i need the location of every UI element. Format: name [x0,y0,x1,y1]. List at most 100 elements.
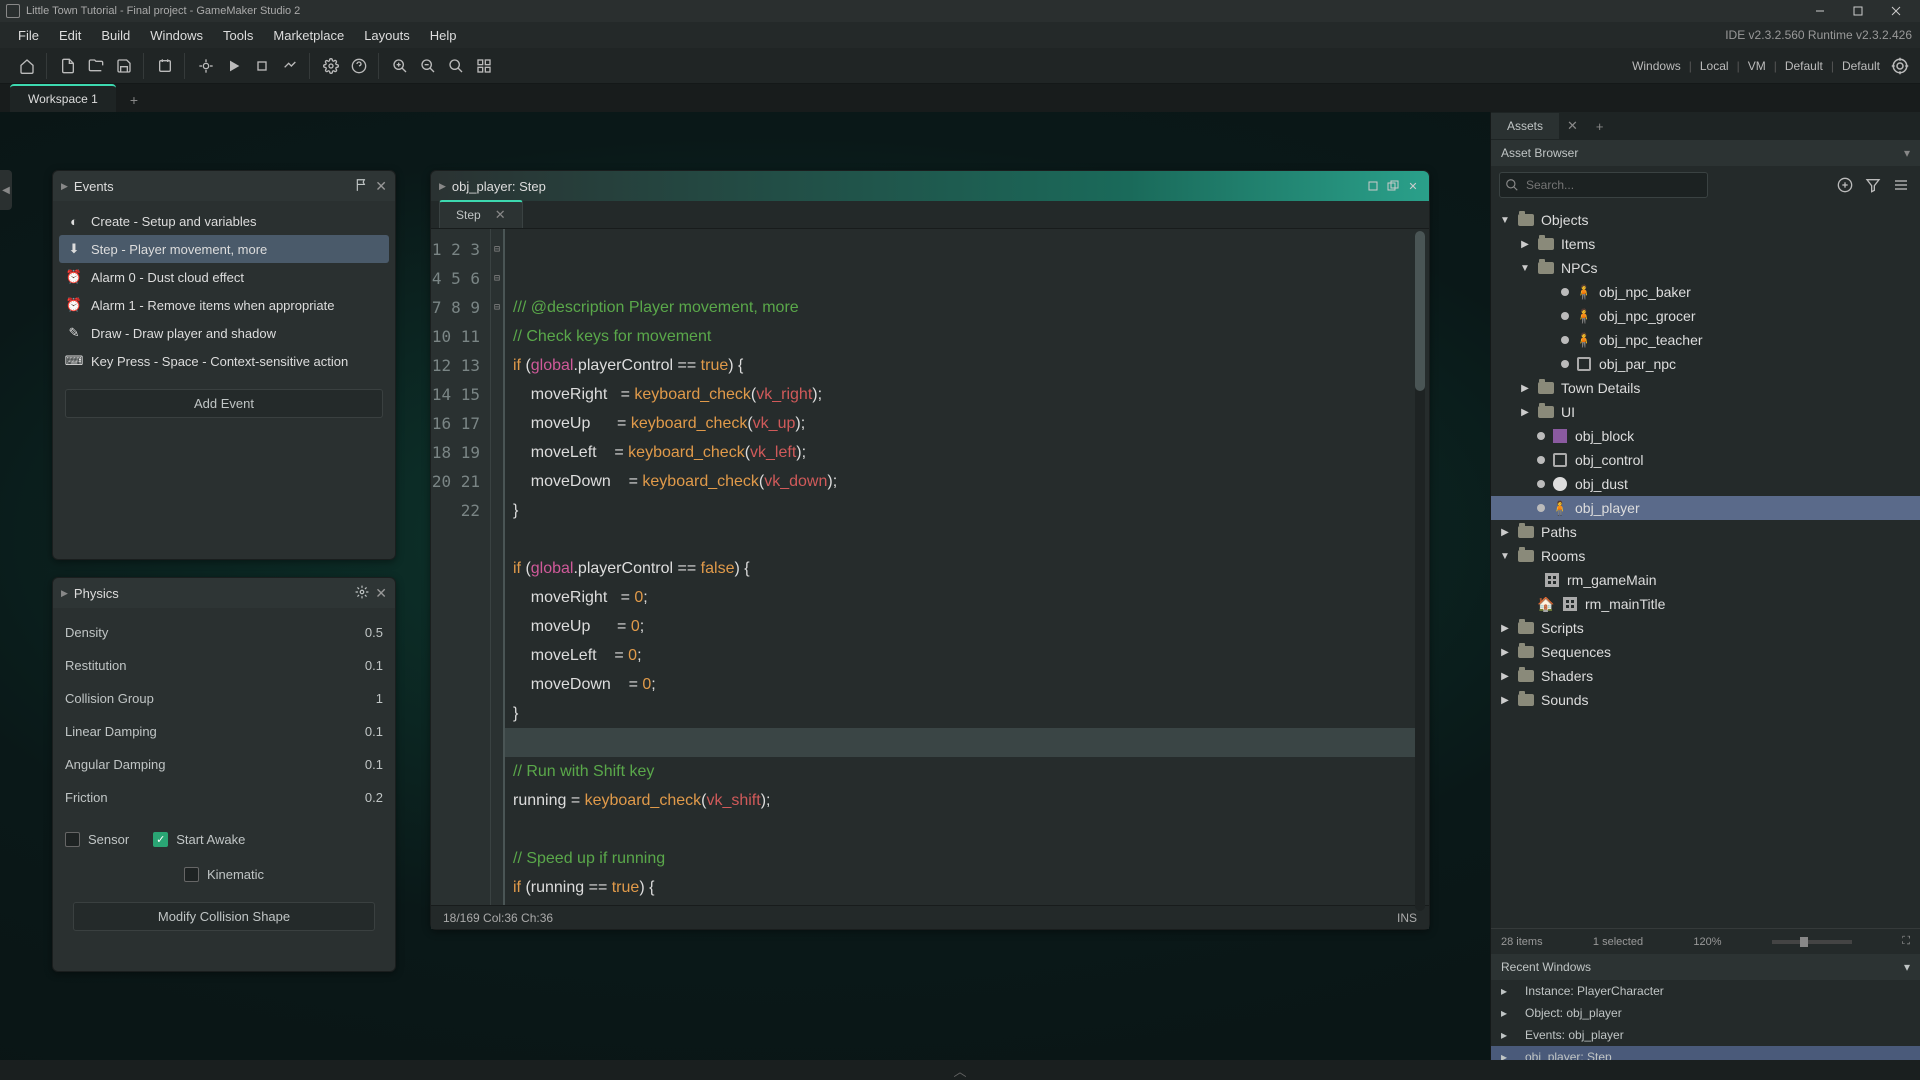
open-project-button[interactable] [83,53,109,79]
sensor-checkbox[interactable]: Sensor [65,832,129,847]
event-item[interactable]: ⏰Alarm 1 - Remove items when appropriate [59,291,389,319]
menu-file[interactable]: File [8,24,49,47]
event-item[interactable]: ⏰Alarm 0 - Dust cloud effect [59,263,389,291]
zoom-slider[interactable] [1772,940,1852,944]
tree-arrow-icon[interactable] [1519,407,1531,418]
assets-tab-close[interactable]: ✕ [1559,118,1586,134]
tree-arrow-icon[interactable] [1499,623,1511,634]
recent-item[interactable]: ▸Object: obj_player [1491,1002,1920,1024]
tree-arrow-icon[interactable] [1519,239,1531,250]
zoom-in-button[interactable] [387,53,413,79]
target-windows[interactable]: Windows [1632,59,1681,73]
kinematic-checkbox[interactable]: Kinematic [184,867,264,882]
menu-marketplace[interactable]: Marketplace [263,24,354,47]
event-item[interactable]: ⌨Key Press - Space - Context-sensitive a… [59,347,389,375]
target-icon[interactable] [1888,54,1912,78]
tree-arrow-icon[interactable] [1519,263,1531,274]
help-button[interactable] [346,53,372,79]
target-local[interactable]: Local [1700,59,1729,73]
assets-tab[interactable]: Assets [1491,113,1559,139]
gear-icon[interactable] [355,585,369,602]
expand-icon[interactable]: ⛶ [1902,935,1910,948]
menu-edit[interactable]: Edit [49,24,91,47]
home-button[interactable] [14,53,40,79]
bottom-dock-handle[interactable]: ︿ [0,1060,1920,1080]
modify-collision-button[interactable]: Modify Collision Shape [73,902,375,931]
tree-item[interactable]: 🧍obj_npc_grocer [1491,304,1920,328]
event-item[interactable]: ✎Draw - Draw player and shadow [59,319,389,347]
tree-arrow-icon[interactable] [1519,383,1531,394]
tree-item[interactable]: 🧍obj_npc_teacher [1491,328,1920,352]
recent-item[interactable]: ▸Events: obj_player [1491,1024,1920,1046]
menu-build[interactable]: Build [91,24,140,47]
physics-close-icon[interactable]: ✕ [375,585,387,602]
code-text-area[interactable]: /// @description Player movement, more /… [505,229,1429,905]
tree-item[interactable]: Shaders [1491,664,1920,688]
tree-item[interactable]: rm_gameMain [1491,568,1920,592]
asset-browser-header[interactable]: Asset Browser ▾ [1491,140,1920,166]
tree-item[interactable]: obj_control [1491,448,1920,472]
tree-item[interactable]: UI [1491,400,1920,424]
start-awake-checkbox[interactable]: Start Awake [153,832,245,847]
event-item[interactable]: ◐Create - Setup and variables [59,207,389,235]
fold-column[interactable]: ⊟ ⊟ ⊟ [491,229,505,905]
menu-tools[interactable]: Tools [213,24,263,47]
maximize-button[interactable] [1840,1,1876,21]
menu-windows[interactable]: Windows [140,24,213,47]
event-item[interactable]: ⬇Step - Player movement, more [59,235,389,263]
tree-arrow-icon[interactable] [1499,671,1511,682]
target-default2[interactable]: Default [1842,59,1880,73]
menu-help[interactable]: Help [420,24,467,47]
tree-item[interactable]: obj_dust [1491,472,1920,496]
search-input[interactable] [1499,172,1708,198]
zoom-out-button[interactable] [415,53,441,79]
physics-value[interactable]: 0.1 [365,724,383,739]
stop-button[interactable] [249,53,275,79]
flag-icon[interactable] [355,178,369,195]
events-close-icon[interactable]: ✕ [375,178,387,195]
tree-arrow-icon[interactable] [1499,695,1511,706]
tree-item[interactable]: NPCs [1491,256,1920,280]
minimize-button[interactable] [1802,1,1838,21]
menu-button[interactable] [1890,174,1912,196]
physics-value[interactable]: 0.2 [365,790,383,805]
workspace-tab[interactable]: Workspace 1 [10,84,116,112]
tree-item[interactable]: 🧍obj_npc_baker [1491,280,1920,304]
target-vm[interactable]: VM [1748,59,1766,73]
tree-item[interactable]: Rooms [1491,544,1920,568]
code-popout-icon[interactable] [1385,179,1401,193]
menu-layouts[interactable]: Layouts [354,24,420,47]
physics-value[interactable]: 0.1 [365,658,383,673]
clean-button[interactable] [277,53,303,79]
tree-item[interactable]: Sequences [1491,640,1920,664]
add-asset-button[interactable] [1834,174,1856,196]
tree-item[interactable]: Town Details [1491,376,1920,400]
code-restore-icon[interactable] [1365,179,1381,193]
code-close-icon[interactable]: ✕ [1405,179,1421,193]
tree-item[interactable]: Objects [1491,208,1920,232]
tree-item[interactable]: 🧍obj_player [1491,496,1920,520]
tree-arrow-icon[interactable] [1499,551,1511,562]
code-tab-step[interactable]: Step ✕ [439,200,523,228]
tree-item[interactable]: obj_par_npc [1491,352,1920,376]
physics-value[interactable]: 0.1 [365,757,383,772]
tree-item[interactable]: 🏠rm_mainTitle [1491,592,1920,616]
physics-value[interactable]: 0.5 [365,625,383,640]
create-exe-button[interactable] [152,53,178,79]
new-project-button[interactable] [55,53,81,79]
zoom-reset-button[interactable] [443,53,469,79]
tree-item[interactable]: Scripts [1491,616,1920,640]
workspace-canvas[interactable]: ◀ ▶Events ✕ ◐Create - Setup and variable… [0,112,1920,1060]
recent-windows-header[interactable]: Recent Windows ▾ [1491,954,1920,980]
tree-arrow-icon[interactable] [1499,215,1511,226]
tree-item[interactable]: Items [1491,232,1920,256]
collapsed-panel-stub[interactable]: ◀ [0,170,12,210]
filter-button[interactable] [1862,174,1884,196]
save-project-button[interactable] [111,53,137,79]
tree-arrow-icon[interactable] [1499,647,1511,658]
tree-item[interactable]: Paths [1491,520,1920,544]
recent-item[interactable]: ▸obj_player: Step [1491,1046,1920,1060]
close-button[interactable] [1878,1,1914,21]
recent-item[interactable]: ▸Instance: PlayerCharacter [1491,980,1920,1002]
tree-arrow-icon[interactable] [1499,527,1511,538]
